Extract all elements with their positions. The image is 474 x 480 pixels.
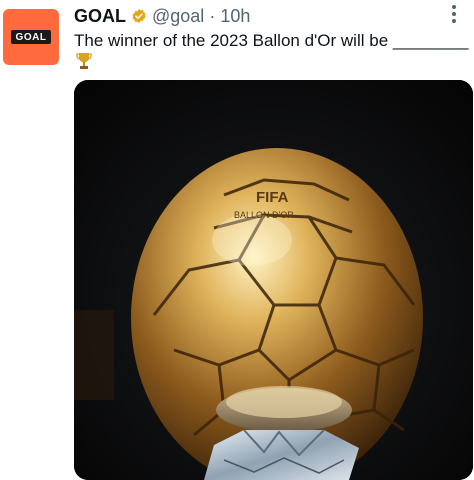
ball-ballon-dor-text: BALLON D'OR [234,210,294,220]
ball-fifa-text: FIFA [256,189,289,206]
trophy-icon [76,53,92,69]
separator-dot: · [209,5,216,26]
author-name[interactable]: GOAL [74,6,126,27]
author-handle[interactable]: @goal [152,6,204,27]
more-options-icon[interactable] [444,4,464,24]
goal-logo: GOAL [11,30,51,44]
timestamp[interactable]: 10h [220,6,250,27]
avatar[interactable]: GOAL [3,9,59,65]
tweet-image[interactable]: FIFA BALLON D'OR [74,80,473,480]
tweet-header: GOAL @goal · 10h [74,2,250,30]
verified-badge-icon [132,9,146,23]
ballon-dor-trophy-image: FIFA BALLON D'OR [74,80,473,480]
tweet-text: The winner of the 2023 Ballon d'Or will … [74,31,469,50]
